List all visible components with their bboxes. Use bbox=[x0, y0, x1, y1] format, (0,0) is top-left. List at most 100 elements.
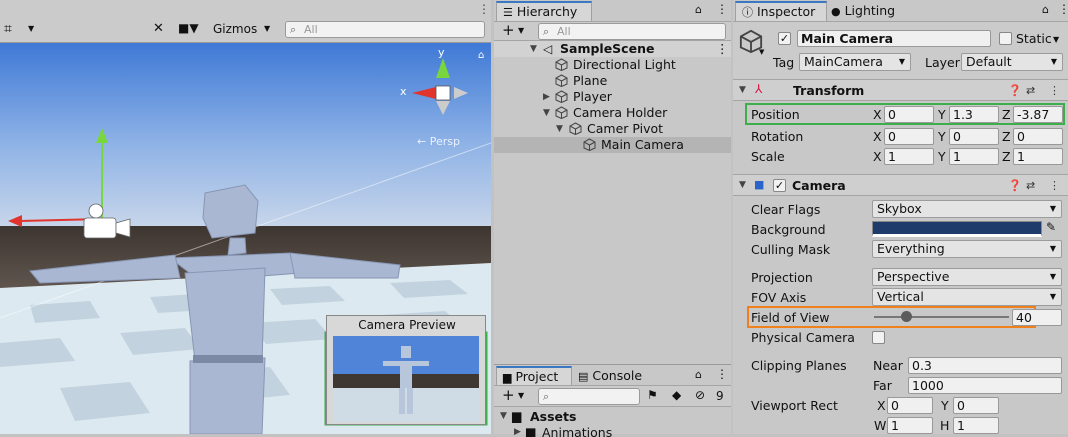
help-icon[interactable]: ❓ bbox=[1008, 84, 1022, 97]
clear-flags-dropdown[interactable]: Skybox ▼ bbox=[872, 200, 1062, 218]
static-checkbox[interactable] bbox=[999, 32, 1012, 45]
expand-arrow-icon[interactable]: ▼ bbox=[500, 411, 507, 421]
lock-icon[interactable]: ⌂ bbox=[695, 3, 702, 16]
chevron-down-icon[interactable]: ▼ bbox=[518, 391, 524, 400]
unity-scene-icon: ◁ bbox=[543, 42, 553, 56]
expand-arrow-icon[interactable]: ▼ bbox=[556, 121, 563, 137]
hierarchy-item-player[interactable]: ▶ Player bbox=[494, 89, 731, 105]
camera-enabled-checkbox[interactable]: ✓ bbox=[773, 179, 786, 192]
fov-value-field[interactable]: 40 bbox=[1012, 309, 1062, 326]
scale-y-field[interactable]: 1 bbox=[949, 148, 999, 165]
viewport-h-label: H bbox=[940, 418, 950, 433]
transform-header[interactable]: ▼ ⅄ Transform ❓ ⇄ ⋮ bbox=[733, 79, 1068, 101]
chevron-down-icon[interactable]: ▼ bbox=[759, 48, 764, 56]
hidden-eye-icon[interactable]: ⊘ bbox=[695, 388, 705, 402]
eyedropper-icon[interactable]: ✎ bbox=[1046, 220, 1056, 234]
tab-console[interactable]: ▤ Console bbox=[578, 368, 642, 383]
chevron-down-icon: ▼ bbox=[1049, 244, 1056, 253]
gizmos-dropdown[interactable]: Gizmos bbox=[213, 22, 257, 36]
object-name-input[interactable]: Main Camera bbox=[797, 30, 991, 47]
physical-camera-checkbox[interactable] bbox=[872, 331, 885, 344]
lock-icon[interactable]: ⌂ bbox=[695, 368, 702, 381]
grid-snap-icon[interactable]: ⌗ bbox=[4, 21, 12, 37]
tab-inspector[interactable]: ⓘ Inspector bbox=[735, 1, 827, 21]
layer-dropdown[interactable]: Default ▼ bbox=[961, 53, 1063, 71]
camera-dropdown-icon[interactable]: ■▼ bbox=[178, 21, 199, 35]
position-y-field[interactable]: 1.3 bbox=[949, 106, 999, 123]
rotation-z-field[interactable]: 0 bbox=[1013, 128, 1063, 145]
more-options-icon[interactable]: ⋮ bbox=[716, 41, 729, 57]
more-options-icon[interactable]: ⋮ bbox=[716, 367, 728, 381]
rotation-x-field[interactable]: 0 bbox=[884, 128, 934, 145]
camera-header[interactable]: ▼ ■ ✓ Camera ❓ ⇄ ⋮ bbox=[733, 174, 1068, 196]
chevron-down-icon[interactable]: ▼ bbox=[28, 24, 34, 33]
tools-icon[interactable]: ✕ bbox=[153, 21, 164, 36]
tag-dropdown[interactable]: MainCamera ▼ bbox=[799, 53, 911, 71]
scale-z-field[interactable]: 1 bbox=[1013, 148, 1063, 165]
more-options-icon[interactable]: ⋮ bbox=[1049, 179, 1060, 192]
axis-y-label: Y bbox=[938, 129, 946, 144]
more-options-icon[interactable]: ⋮ bbox=[1049, 84, 1060, 97]
expand-arrow-icon[interactable]: ▼ bbox=[739, 85, 746, 95]
culling-mask-dropdown[interactable]: Everything ▼ bbox=[872, 240, 1062, 258]
expand-arrow-icon[interactable]: ▶ bbox=[514, 427, 521, 437]
hierarchy-item-directional-light[interactable]: Directional Light bbox=[494, 57, 731, 73]
object-active-checkbox[interactable]: ✓ bbox=[778, 32, 791, 45]
position-z-field[interactable]: -3.87 bbox=[1013, 106, 1063, 123]
projection-dropdown[interactable]: Perspective ▼ bbox=[872, 268, 1062, 286]
add-icon[interactable]: + bbox=[502, 386, 515, 404]
more-options-icon[interactable]: ⋮ bbox=[1058, 2, 1068, 16]
filter-type-icon[interactable]: ⚑ bbox=[647, 388, 658, 402]
chevron-down-icon[interactable]: ▼ bbox=[264, 24, 270, 33]
background-color-field[interactable] bbox=[872, 221, 1042, 237]
expand-arrow-icon[interactable]: ▼ bbox=[530, 41, 537, 57]
scene-search-input[interactable]: ⌕ All bbox=[285, 21, 485, 38]
fov-slider-thumb[interactable] bbox=[901, 311, 912, 322]
expand-arrow-icon[interactable]: ▼ bbox=[739, 180, 746, 190]
viewport-x-field[interactable]: 0 bbox=[887, 397, 933, 414]
far-field[interactable]: 1000 bbox=[908, 377, 1062, 394]
hierarchy-item-samplescene[interactable]: ▼ ◁ SampleScene ⋮ bbox=[494, 41, 731, 57]
axis-y-label: Y bbox=[938, 149, 946, 164]
viewport-w-label: W bbox=[874, 418, 887, 433]
hierarchy-item-camer-pivot[interactable]: ▼ Camer Pivot bbox=[494, 121, 731, 137]
axis-x-label: X bbox=[873, 129, 882, 144]
help-icon[interactable]: ❓ bbox=[1008, 179, 1022, 192]
project-search-input[interactable]: ⌕ bbox=[538, 388, 640, 405]
expand-arrow-icon[interactable]: ▼ bbox=[543, 105, 550, 121]
chevron-down-icon[interactable]: ▼ bbox=[518, 26, 524, 35]
label-tag-icon[interactable]: ◆ bbox=[672, 388, 681, 402]
hierarchy-item-plane[interactable]: Plane bbox=[494, 73, 731, 89]
persp-label[interactable]: ← Persp bbox=[417, 135, 460, 148]
lock-icon[interactable]: ⌂ bbox=[1042, 3, 1049, 16]
project-item-assets[interactable]: ▼ ▆ Assets bbox=[494, 409, 731, 425]
position-x-field[interactable]: 0 bbox=[884, 106, 934, 123]
near-field[interactable]: 0.3 bbox=[908, 357, 1062, 374]
viewport-y-field[interactable]: 0 bbox=[953, 397, 999, 414]
more-options-icon[interactable]: ⋮ bbox=[478, 2, 490, 16]
presets-icon[interactable]: ⇄ bbox=[1026, 179, 1035, 192]
add-icon[interactable]: + bbox=[502, 21, 515, 39]
rotation-y-field[interactable]: 0 bbox=[949, 128, 999, 145]
hierarchy-search-input[interactable]: ⌕ All bbox=[538, 23, 726, 40]
presets-icon[interactable]: ⇄ bbox=[1026, 84, 1035, 97]
fov-slider[interactable] bbox=[874, 310, 1009, 324]
tab-project[interactable]: ▆ Project bbox=[496, 366, 572, 386]
hierarchy-item-main-camera[interactable]: Main Camera bbox=[494, 137, 731, 153]
gameobject-cube-icon bbox=[555, 106, 568, 119]
tab-lighting[interactable]: ● Lighting bbox=[831, 3, 895, 18]
hierarchy-item-camera-holder[interactable]: ▼ Camera Holder bbox=[494, 105, 731, 121]
lock-icon[interactable]: ⌂ bbox=[478, 50, 484, 61]
project-item-label: Animations bbox=[542, 425, 613, 437]
scene-viewport[interactable]: y x ⌂ ← Persp Camera Preview bbox=[0, 43, 491, 434]
tab-console-label: Console bbox=[592, 368, 643, 383]
expand-arrow-icon[interactable]: ▶ bbox=[543, 89, 550, 105]
project-item-animations[interactable]: ▶ ▆ Animations bbox=[494, 425, 731, 437]
tab-hierarchy[interactable]: ☰ Hierarchy bbox=[496, 1, 592, 21]
viewport-w-field[interactable]: 1 bbox=[887, 417, 933, 434]
chevron-down-icon[interactable]: ▼ bbox=[1053, 35, 1059, 44]
more-options-icon[interactable]: ⋮ bbox=[716, 2, 728, 16]
viewport-h-field[interactable]: 1 bbox=[953, 417, 999, 434]
fov-axis-dropdown[interactable]: Vertical ▼ bbox=[872, 288, 1062, 306]
scale-x-field[interactable]: 1 bbox=[884, 148, 934, 165]
